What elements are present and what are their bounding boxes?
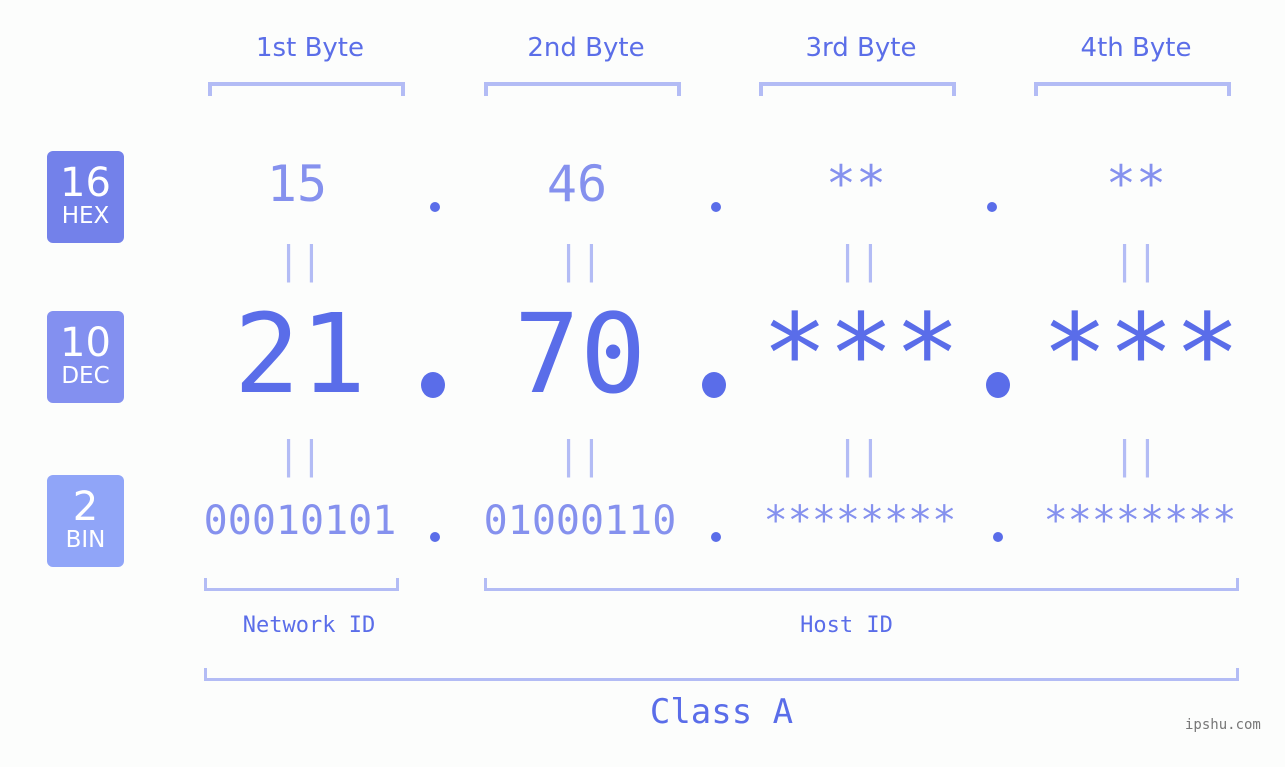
hex-byte-1: 15	[266, 155, 328, 213]
dec-badge: 10 DEC	[47, 311, 124, 403]
byte-bracket-3	[759, 82, 956, 96]
network-id-bracket	[204, 578, 399, 591]
class-bracket	[204, 668, 1239, 681]
dec-byte-3: ***	[761, 290, 961, 418]
equals-icon: ||	[557, 238, 603, 282]
hex-dot-1	[430, 202, 440, 212]
bin-base: 2	[72, 484, 99, 530]
equals-icon: ||	[277, 433, 323, 477]
hex-dot-2	[711, 202, 721, 212]
hex-byte-3: **	[825, 155, 887, 213]
equals-icon: ||	[1113, 433, 1159, 477]
dec-byte-4: ***	[1041, 290, 1241, 418]
hex-badge: 16 HEX	[47, 151, 124, 243]
dec-byte-1: 21	[233, 290, 367, 418]
byte-header-4: 4th Byte	[1080, 33, 1192, 63]
bin-dot-2	[711, 532, 721, 542]
bin-byte-1: 00010101	[203, 498, 397, 544]
byte-header-3: 3rd Byte	[805, 33, 917, 63]
byte-header-2: 2nd Byte	[527, 33, 645, 63]
class-label: Class A	[649, 692, 794, 732]
dec-label: DEC	[61, 363, 110, 389]
hex-byte-4: **	[1105, 155, 1167, 213]
equals-icon: ||	[1113, 238, 1159, 282]
byte-bracket-2	[484, 82, 681, 96]
network-id-label: Network ID	[242, 613, 376, 638]
byte-header-1: 1st Byte	[256, 33, 364, 63]
equals-icon: ||	[557, 433, 603, 477]
dec-dot-3	[986, 372, 1010, 398]
bin-badge: 2 BIN	[47, 475, 124, 567]
host-id-bracket	[484, 578, 1239, 591]
bin-dot-1	[430, 532, 440, 542]
hex-byte-2: 46	[546, 155, 608, 213]
byte-bracket-1	[208, 82, 405, 96]
bin-dot-3	[993, 532, 1003, 542]
bin-label: BIN	[65, 527, 106, 553]
watermark: ipshu.com	[1185, 717, 1261, 733]
dec-dot-1	[421, 372, 445, 398]
equals-icon: ||	[836, 433, 882, 477]
hex-dot-3	[987, 202, 997, 212]
byte-bracket-4	[1034, 82, 1231, 96]
hex-label: HEX	[61, 203, 110, 229]
equals-icon: ||	[836, 238, 882, 282]
equals-icon: ||	[277, 238, 323, 282]
dec-byte-2: 70	[513, 290, 647, 418]
bin-byte-4: ********	[1043, 498, 1237, 544]
hex-base: 16	[60, 160, 111, 206]
dec-base: 10	[60, 320, 111, 366]
bin-byte-3: ********	[763, 498, 957, 544]
bin-byte-2: 01000110	[483, 498, 677, 544]
host-id-label: Host ID	[800, 613, 893, 638]
dec-dot-2	[702, 372, 726, 398]
